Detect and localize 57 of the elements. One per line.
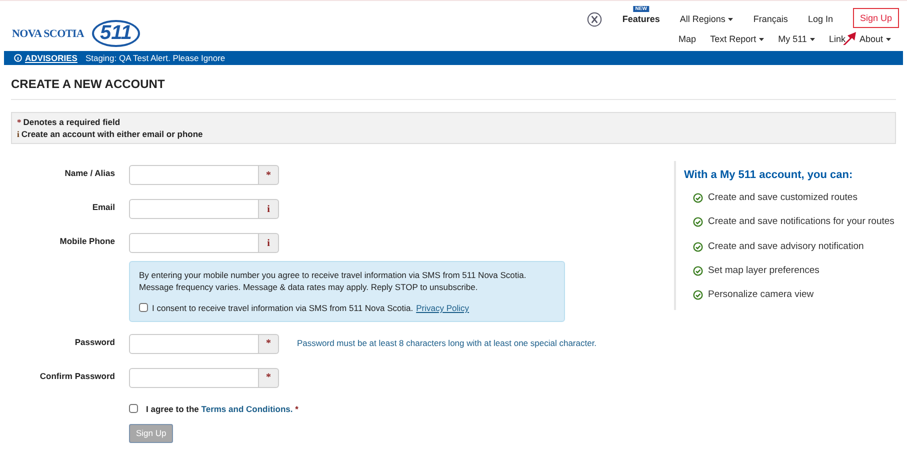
sms-notice-text: By entering your mobile number you agree to receive travel information via SMS from 511 Nova Scotia. Message frequency varies. Message & data rates may apply. Reply STOP to unsubscribe. xyxy=(139,270,528,294)
consent-checkbox[interactable] xyxy=(139,303,148,312)
input-field[interactable] xyxy=(129,368,259,388)
advisories-link[interactable]: ADVISORIES xyxy=(14,53,78,63)
info-icon: i xyxy=(259,199,279,219)
check-circle-icon xyxy=(693,266,703,276)
nav-dropdown[interactable]: All Regions xyxy=(680,14,734,24)
consent-text: I consent to receive travel information via SMS from 511 Nova Scotia. xyxy=(152,302,414,313)
required-mark: * xyxy=(259,368,279,388)
input-field[interactable] xyxy=(129,165,259,185)
info-icon xyxy=(14,54,22,62)
check-circle-icon xyxy=(693,290,703,300)
logo-name: NOVA SCOTIA xyxy=(12,28,84,40)
required-mark: * xyxy=(259,334,279,354)
x-social-icon[interactable] xyxy=(587,12,602,26)
note-text: i Create an account with either email or phone xyxy=(17,129,204,139)
field-label: Email xyxy=(91,201,115,212)
nav-link[interactable]: Log In xyxy=(808,14,833,24)
input-field[interactable] xyxy=(129,334,259,354)
password-hint: Password must be at least 8 characters long with at least one special character. xyxy=(297,336,597,348)
field-label: Confirm Password xyxy=(38,370,115,381)
nav-link[interactable]: Map xyxy=(678,34,696,44)
benefit-text: Set map layer preferences xyxy=(708,264,820,278)
benefits-title: With a My 511 account, you can: xyxy=(684,169,854,181)
check-circle-icon xyxy=(693,242,703,252)
benefit-text: Create and save notifications for your routes xyxy=(708,215,894,230)
nav-dropdown[interactable]: My 511 xyxy=(778,34,815,44)
caret-icon xyxy=(810,38,815,40)
nav-link[interactable]: Français xyxy=(753,14,788,24)
nav-dropdown[interactable]: About xyxy=(859,34,891,44)
caret-icon xyxy=(728,18,734,20)
input-field[interactable] xyxy=(129,233,259,253)
check-circle-icon xyxy=(693,193,703,203)
field-label: Password xyxy=(74,336,115,347)
benefit-text: Personalize camera view xyxy=(708,288,814,302)
caret-icon xyxy=(886,38,891,40)
info-icon: i xyxy=(259,233,279,253)
benefit-text: Create and save customized routes xyxy=(708,191,858,205)
page-title: CREATE A NEW ACCOUNT xyxy=(11,65,896,100)
advisory-message: Staging: QA Test Alert. Please Ignore xyxy=(85,53,226,63)
nav-link[interactable]: Features xyxy=(622,14,660,24)
nav-link[interactable]: Link xyxy=(828,34,846,44)
privacy-policy-link[interactable]: Privacy Policy xyxy=(416,302,470,313)
input-field[interactable] xyxy=(129,199,259,219)
terms-checkbox[interactable] xyxy=(129,404,138,414)
logo-number: 511 xyxy=(92,20,140,47)
terms-link[interactable]: Terms and Conditions. xyxy=(201,404,293,414)
benefit-text: Create and save advisory notification xyxy=(708,240,864,254)
caret-icon xyxy=(759,38,764,40)
sign-up-link[interactable]: Sign Up xyxy=(852,8,899,28)
note-text: * Denotes a required field xyxy=(17,117,122,127)
check-circle-icon xyxy=(693,217,703,228)
field-label: Mobile Phone xyxy=(58,235,115,246)
required-mark: * xyxy=(259,165,279,185)
terms-text: I agree to the Terms and Conditions. * xyxy=(146,404,298,414)
field-label: Name / Alias xyxy=(64,167,115,178)
nav-dropdown[interactable]: Text Report xyxy=(710,34,764,44)
